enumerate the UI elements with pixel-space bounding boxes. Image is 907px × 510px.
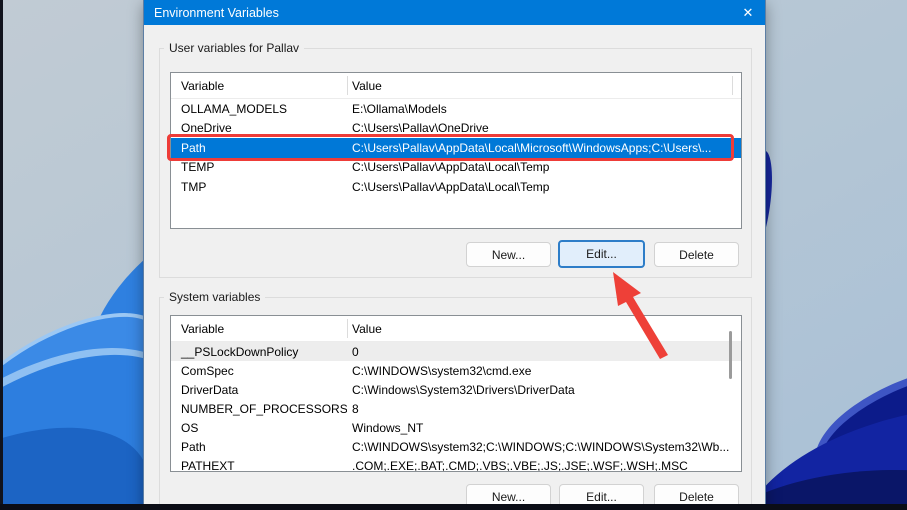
screenshot-edge bbox=[0, 504, 907, 510]
column-header-value[interactable]: Value bbox=[347, 322, 741, 336]
cell-variable: __PSLockDownPolicy bbox=[181, 344, 299, 359]
cell-variable: Path bbox=[181, 140, 206, 155]
column-header-variable[interactable]: Variable bbox=[171, 79, 347, 93]
cell-value: E:\Ollama\Models bbox=[352, 101, 447, 116]
cell-variable: TMP bbox=[181, 179, 207, 194]
cell-value: .COM;.EXE;.BAT;.CMD;.VBS;.VBE;.JS;.JSE;.… bbox=[352, 458, 688, 472]
user-variables-table[interactable]: Variable Value OLLAMA_MODELS E:\Ollama\M… bbox=[170, 72, 742, 229]
table-header: Variable Value bbox=[171, 316, 741, 342]
scrollbar-thumb[interactable] bbox=[729, 331, 732, 379]
table-row[interactable]: OLLAMA_MODELS E:\Ollama\Models bbox=[171, 99, 741, 119]
cell-variable: ComSpec bbox=[181, 363, 234, 378]
user-variables-group-label: User variables for Pallav bbox=[164, 41, 305, 55]
column-divider[interactable] bbox=[347, 319, 348, 338]
cell-variable: Path bbox=[181, 439, 206, 454]
cell-value: C:\WINDOWS\system32\cmd.exe bbox=[352, 363, 532, 378]
environment-variables-dialog: Environment Variables ✕ User variables f… bbox=[143, 0, 766, 510]
cell-value: C:\Users\Pallav\AppData\Local\Temp bbox=[352, 160, 550, 175]
cell-variable: NUMBER_OF_PROCESSORS bbox=[181, 401, 347, 416]
system-variables-table[interactable]: Variable Value __PSLockDownPolicy 0 ComS… bbox=[170, 315, 742, 472]
cell-value: C:\Users\Pallav\AppData\Local\Temp bbox=[352, 179, 550, 194]
cell-variable: DriverData bbox=[181, 382, 239, 397]
cell-variable: OS bbox=[181, 420, 199, 435]
table-row[interactable]: TEMP C:\Users\Pallav\AppData\Local\Temp bbox=[171, 158, 741, 178]
user-new-button[interactable]: New... bbox=[466, 242, 551, 267]
column-divider[interactable] bbox=[347, 76, 348, 95]
cell-value: 8 bbox=[352, 401, 359, 416]
table-header: Variable Value bbox=[171, 73, 741, 99]
system-variables-group-label: System variables bbox=[164, 290, 266, 304]
cell-value: 0 bbox=[352, 344, 359, 359]
table-row[interactable]: DriverData C:\Windows\System32\Drivers\D… bbox=[171, 380, 741, 399]
table-row[interactable]: OneDrive C:\Users\Pallav\OneDrive bbox=[171, 119, 741, 139]
cell-variable: OneDrive bbox=[181, 121, 232, 136]
table-row[interactable]: TMP C:\Users\Pallav\AppData\Local\Temp bbox=[171, 177, 741, 197]
cell-value: C:\WINDOWS\system32;C:\WINDOWS;C:\WINDOW… bbox=[352, 439, 730, 454]
table-row[interactable]: Path C:\WINDOWS\system32;C:\WINDOWS;C:\W… bbox=[171, 437, 741, 456]
dialog-titlebar[interactable]: Environment Variables ✕ bbox=[144, 0, 765, 25]
user-delete-button[interactable]: Delete bbox=[654, 242, 739, 267]
cell-variable: PATHEXT bbox=[181, 458, 235, 472]
table-row-selected[interactable]: Path C:\Users\Pallav\AppData\Local\Micro… bbox=[171, 138, 741, 158]
close-icon: ✕ bbox=[742, 5, 754, 20]
dialog-title: Environment Variables bbox=[154, 5, 279, 20]
user-edit-button[interactable]: Edit... bbox=[558, 240, 645, 268]
table-row[interactable]: ComSpec C:\WINDOWS\system32\cmd.exe bbox=[171, 361, 741, 380]
column-header-variable[interactable]: Variable bbox=[171, 322, 347, 336]
cell-variable: OLLAMA_MODELS bbox=[181, 101, 288, 116]
table-row[interactable]: __PSLockDownPolicy 0 bbox=[171, 342, 741, 361]
cell-value: Windows_NT bbox=[352, 420, 424, 435]
table-row[interactable]: NUMBER_OF_PROCESSORS 8 bbox=[171, 399, 741, 418]
cell-value: C:\Users\Pallav\OneDrive bbox=[352, 121, 489, 136]
desktop: Environment Variables ✕ User variables f… bbox=[0, 0, 907, 510]
close-button[interactable]: ✕ bbox=[737, 3, 759, 22]
column-divider[interactable] bbox=[732, 76, 733, 95]
cell-value: C:\Users\Pallav\AppData\Local\Microsoft\… bbox=[352, 140, 712, 155]
table-row[interactable]: PATHEXT .COM;.EXE;.BAT;.CMD;.VBS;.VBE;.J… bbox=[171, 456, 741, 472]
screenshot-edge bbox=[0, 0, 3, 510]
table-row[interactable]: OS Windows_NT bbox=[171, 418, 741, 437]
column-header-value[interactable]: Value bbox=[347, 79, 741, 93]
cell-value: C:\Windows\System32\Drivers\DriverData bbox=[352, 382, 575, 397]
cell-variable: TEMP bbox=[181, 160, 215, 175]
